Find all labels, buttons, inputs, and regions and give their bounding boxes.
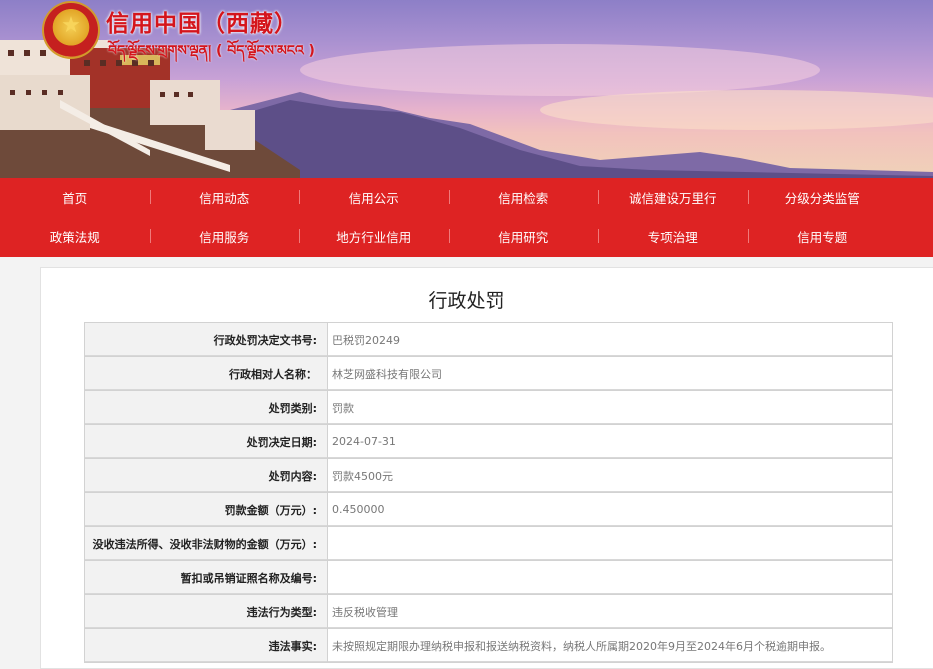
main-navigation: 首页 信用动态 信用公示 信用检索 诚信建设万里行 分级分类监管 政策法规 信用… bbox=[0, 178, 933, 257]
row-label-fine-amount: 罚款金额（万元）: bbox=[84, 492, 328, 527]
row-value-violation-facts: 未按照规定期限办理纳税申报和报送纳税资料，纳税人所属期2020年9月至2024年… bbox=[327, 628, 893, 663]
row-value-fine-amount: 0.450000 bbox=[327, 492, 893, 527]
nav-item-home[interactable]: 首页 bbox=[0, 188, 150, 207]
row-label-penalty-content: 处罚内容: bbox=[84, 458, 328, 493]
nav-item-special-governance[interactable]: 专项治理 bbox=[598, 227, 748, 246]
table-row: 暂扣或吊销证照名称及编号: bbox=[84, 560, 893, 595]
table-row: 处罚决定日期: 2024-07-31 bbox=[84, 424, 893, 459]
nav-item-local-industry-credit[interactable]: 地方行业信用 bbox=[299, 227, 449, 246]
nav-item-graded-supervision[interactable]: 分级分类监管 bbox=[747, 188, 898, 207]
row-label-confiscation-amount: 没收违法所得、没收非法财物的金额（万元）: bbox=[84, 526, 328, 561]
row-value-confiscation-amount bbox=[327, 526, 893, 561]
nav-item-policies[interactable]: 政策法规 bbox=[0, 227, 150, 246]
nav-row-2: 政策法规 信用服务 地方行业信用 信用研究 专项治理 信用专题 bbox=[0, 217, 933, 256]
penalty-detail-table: 行政处罚决定文书号: 巴税罚20249 行政相对人名称： 林芝网盛科技有限公司 … bbox=[84, 322, 893, 663]
row-label-decision-date: 处罚决定日期: bbox=[84, 424, 328, 459]
national-emblem-icon bbox=[44, 3, 98, 57]
row-label-penalty-category: 处罚类别: bbox=[84, 390, 328, 425]
row-label-counterparty-name: 行政相对人名称： bbox=[84, 356, 328, 391]
nav-item-credit-research[interactable]: 信用研究 bbox=[448, 227, 599, 246]
row-value-decision-date: 2024-07-31 bbox=[327, 424, 893, 459]
row-label-violation-facts: 违法事实: bbox=[84, 628, 328, 663]
row-label-document-number: 行政处罚决定文书号: bbox=[84, 322, 328, 357]
row-label-violation-type: 违法行为类型: bbox=[84, 594, 328, 629]
site-title[interactable]: 信用中国（西藏） bbox=[106, 4, 298, 38]
header-banner: 信用中国（西藏） བོད་ལྗོངས་གྲགས་ལྡན། ( བོད་ལྗོངས… bbox=[0, 0, 933, 178]
table-row: 没收违法所得、没收非法财物的金额（万元）: bbox=[84, 526, 893, 561]
row-value-counterparty-name: 林芝网盛科技有限公司 bbox=[327, 356, 893, 391]
row-value-penalty-category: 罚款 bbox=[327, 390, 893, 425]
nav-item-credit-services[interactable]: 信用服务 bbox=[149, 227, 300, 246]
table-row: 罚款金额（万元）: 0.450000 bbox=[84, 492, 893, 527]
page-title: 行政处罚 bbox=[428, 290, 505, 312]
table-row: 违法事实: 未按照规定期限办理纳税申报和报送纳税资料，纳税人所属期2020年9月… bbox=[84, 628, 893, 663]
nav-item-credit-publicity[interactable]: 信用公示 bbox=[299, 188, 449, 207]
row-value-license-revocation bbox=[327, 560, 893, 595]
nav-item-credit-topics[interactable]: 信用专题 bbox=[747, 227, 898, 246]
nav-item-integrity-campaign[interactable]: 诚信建设万里行 bbox=[598, 188, 748, 207]
table-row: 处罚类别: 罚款 bbox=[84, 390, 893, 425]
row-value-penalty-content: 罚款4500元 bbox=[327, 458, 893, 493]
table-row: 处罚内容: 罚款4500元 bbox=[84, 458, 893, 493]
nav-item-credit-news[interactable]: 信用动态 bbox=[149, 188, 300, 207]
table-row: 行政处罚决定文书号: 巴税罚20249 bbox=[84, 322, 893, 357]
site-subtitle-tibetan: བོད་ལྗོངས་གྲགས་ལྡན། ( བོད་ལྗོངས་མངའ ) bbox=[108, 43, 315, 59]
row-label-license-revocation: 暂扣或吊销证照名称及编号: bbox=[84, 560, 328, 595]
nav-item-credit-search[interactable]: 信用检索 bbox=[448, 188, 599, 207]
table-row: 违法行为类型: 违反税收管理 bbox=[84, 594, 893, 629]
row-value-document-number: 巴税罚20249 bbox=[327, 322, 893, 357]
row-value-violation-type: 违反税收管理 bbox=[327, 594, 893, 629]
table-row: 行政相对人名称： 林芝网盛科技有限公司 bbox=[84, 356, 893, 391]
nav-row-1: 首页 信用动态 信用公示 信用检索 诚信建设万里行 分级分类监管 bbox=[0, 178, 933, 217]
